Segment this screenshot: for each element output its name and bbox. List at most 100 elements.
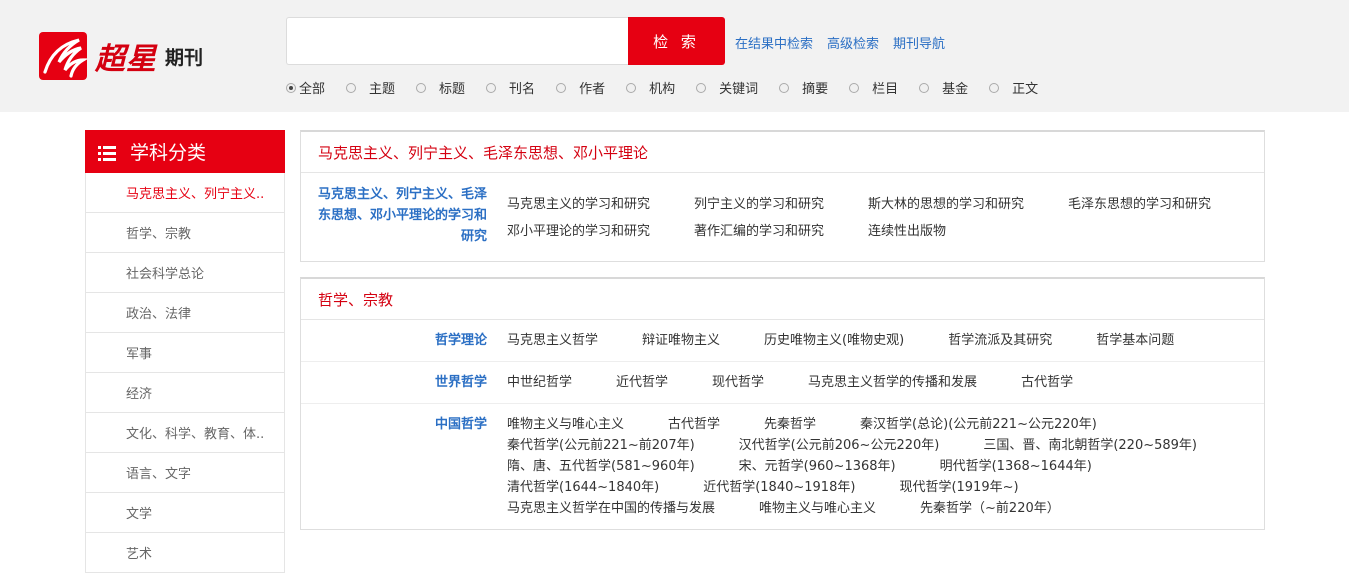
scope-radio-label: 全部 [299,82,326,97]
category-link[interactable]: 隋、唐、五代哲学(581~960年) [507,456,695,477]
sidebar-item[interactable]: 经济 [85,373,285,413]
advanced-search-link[interactable]: 高级检索 [827,33,879,52]
category-link[interactable]: 古代哲学 [668,414,720,435]
sidebar-item[interactable]: 马克思主义、列宁主义.. [85,173,285,213]
category-link[interactable]: 马克思主义哲学 [507,330,598,351]
category-link[interactable]: 近代哲学(1840~1918年) [703,477,855,498]
subcategory-row: 哲学理论 马克思主义哲学 辩证唯物主义 历史唯物主义(唯物史观) 哲学流派及其研究 哲学基… [301,320,1264,362]
category-link[interactable]: 历史唯物主义(唯物史观) [764,330,904,351]
scope-radio-label: 刊名 [509,82,536,97]
scope-radio-1[interactable]: 主题 [346,78,395,97]
scope-radio-label: 正文 [1012,82,1039,97]
category-link[interactable]: 明代哲学(1368~1644年) [940,456,1092,477]
category-link[interactable]: 列宁主义的学习和研究 [694,194,824,221]
scope-radio-0[interactable]: 全部 [286,78,325,97]
category-link[interactable]: 马克思主义的学习和研究 [507,194,650,221]
scope-radio-2[interactable]: 标题 [416,78,465,97]
scope-radio-3[interactable]: 刊名 [486,78,535,97]
subcategory-label[interactable]: 哲学理论 [301,330,491,351]
radio-circle-icon [416,82,427,93]
category-panel: 马克思主义、列宁主义、毛泽东思想、邓小平理论马克思主义、列宁主义、毛泽东思想、邓… [300,130,1265,262]
category-link[interactable]: 唯物主义与唯心主义 [759,498,876,519]
scope-radio-4[interactable]: 作者 [556,78,605,97]
logo-sub-text: 期刊 [165,46,204,69]
category-link[interactable]: 毛泽东思想的学习和研究 [1068,194,1211,221]
panel-title[interactable]: 哲学、宗教 [301,279,1264,320]
sidebar-item[interactable]: 文化、科学、教育、体.. [85,413,285,453]
radio-circle-icon [849,82,860,93]
category-link[interactable]: 秦汉哲学(总论)(公元前221~公元220年) [860,414,1097,435]
list-menu-icon [98,144,116,161]
category-link[interactable]: 辩证唯物主义 [642,330,720,351]
sidebar-list: 马克思主义、列宁主义.. 哲学、宗教 社会科学总论 政治、法律 军事 经济 文化、科学、教育… [85,173,285,573]
scope-radio-10[interactable]: 正文 [989,78,1038,97]
category-link[interactable]: 三国、晋、南北朝哲学(220~589年) [983,435,1197,456]
category-link[interactable]: 现代哲学(1919年~) [899,477,1018,498]
category-link[interactable]: 秦代哲学(公元前221~前207年) [507,435,695,456]
category-link[interactable]: 汉代哲学(公元前206~公元220年) [739,435,940,456]
radio-circle-icon [286,82,296,93]
scope-radio-label: 栏目 [872,82,899,97]
scope-radio-label: 主题 [369,82,396,97]
radio-circle-icon [486,82,497,93]
subcategory-label[interactable]: 马克思主义、列宁主义、毛泽东思想、邓小平理论的学习和研究 [301,184,491,247]
sidebar-item[interactable]: 哲学、宗教 [85,213,285,253]
subcategory-label[interactable]: 世界哲学 [301,372,491,393]
category-link[interactable]: 中世纪哲学 [507,372,572,393]
category-link[interactable]: 宋、元哲学(960~1368年) [739,456,896,477]
sidebar-title: 学科分类 [130,142,207,164]
journal-navigation-link[interactable]: 期刊导航 [893,33,945,52]
scope-radio-label: 作者 [579,82,606,97]
category-link[interactable]: 近代哲学 [616,372,668,393]
category-link[interactable]: 邓小平理论的学习和研究 [507,221,650,248]
category-link[interactable]: 清代哲学(1644~1840年) [507,477,659,498]
search-links: 在结果中检索 高级检索 期刊导航 [735,33,945,52]
scope-radio-label: 摘要 [802,82,829,97]
logo-brand-text: 超星 [95,42,157,77]
scope-radio-8[interactable]: 栏目 [849,78,898,97]
search-input[interactable] [286,17,628,65]
sidebar-header: 学科分类 [85,130,285,173]
category-link[interactable]: 先秦哲学 [764,414,816,435]
sidebar-item[interactable]: 艺术 [85,533,285,573]
logo-mark-icon [39,32,87,80]
category-link[interactable]: 哲学基本问题 [1096,330,1174,351]
category-link[interactable]: 著作汇编的学习和研究 [694,221,824,248]
category-link[interactable]: 斯大林的思想的学习和研究 [868,194,1024,221]
search-in-results-link[interactable]: 在结果中检索 [735,33,813,52]
sidebar-item[interactable]: 军事 [85,333,285,373]
subject-sidebar: 学科分类 马克思主义、列宁主义.. 哲学、宗教 社会科学总论 政治、法律 军事 经济 文化、… [85,130,285,573]
radio-circle-icon [626,82,637,93]
scope-radio-label: 机构 [649,82,676,97]
logo[interactable]: 超星 期刊 [39,32,203,80]
scope-radio-7[interactable]: 摘要 [779,78,828,97]
scope-radio-9[interactable]: 基金 [919,78,968,97]
category-link[interactable]: 哲学流派及其研究 [948,330,1052,351]
category-link[interactable]: 马克思主义哲学在中国的传播与发展 [507,498,715,519]
radio-circle-icon [919,82,930,93]
subcategory-row: 中国哲学 唯物主义与唯心主义 古代哲学 先秦哲学 秦汉哲学(总论)(公元前221~公元2… [301,404,1264,529]
scope-radio-5[interactable]: 机构 [626,78,675,97]
category-link[interactable]: 唯物主义与唯心主义 [507,414,624,435]
scope-radio-6[interactable]: 关键词 [696,78,758,97]
category-link[interactable]: 现代哲学 [712,372,764,393]
category-link[interactable]: 古代哲学 [1021,372,1073,393]
subcategory-items: 马克思主义的学习和研究 列宁主义的学习和研究 斯大林的思想的学习和研究 毛泽东思想的学… [491,184,1264,247]
subcategory-row: 世界哲学 中世纪哲学 近代哲学 现代哲学 马克思主义哲学的传播和发展 古代哲学 [301,362,1264,404]
panel-title[interactable]: 马克思主义、列宁主义、毛泽东思想、邓小平理论 [301,132,1264,173]
scope-radio-label: 关键词 [719,82,759,97]
category-link[interactable]: 先秦哲学（~前220年） [920,498,1060,519]
sidebar-item[interactable]: 政治、法律 [85,293,285,333]
subcategory-items: 中世纪哲学 近代哲学 现代哲学 马克思主义哲学的传播和发展 古代哲学 [491,372,1264,393]
category-link[interactable]: 马克思主义哲学的传播和发展 [808,372,977,393]
category-link[interactable]: 连续性出版物 [868,221,946,248]
sidebar-item[interactable]: 语言、文字 [85,453,285,493]
search-button[interactable]: 检 索 [628,17,725,65]
radio-circle-icon [556,82,567,93]
subcategory-items: 唯物主义与唯心主义 古代哲学 先秦哲学 秦汉哲学(总论)(公元前221~公元220年)… [491,414,1264,519]
header-bar: 超星 期刊 检 索 在结果中检索 高级检索 期刊导航 全部 主题 标题 刊名 作者 机构 关… [0,0,1349,112]
sidebar-item[interactable]: 社会科学总论 [85,253,285,293]
search-scope-group: 全部 主题 标题 刊名 作者 机构 关键词 摘要 栏目 基金 正文 [286,78,1059,97]
subcategory-label[interactable]: 中国哲学 [301,414,491,519]
sidebar-item[interactable]: 文学 [85,493,285,533]
